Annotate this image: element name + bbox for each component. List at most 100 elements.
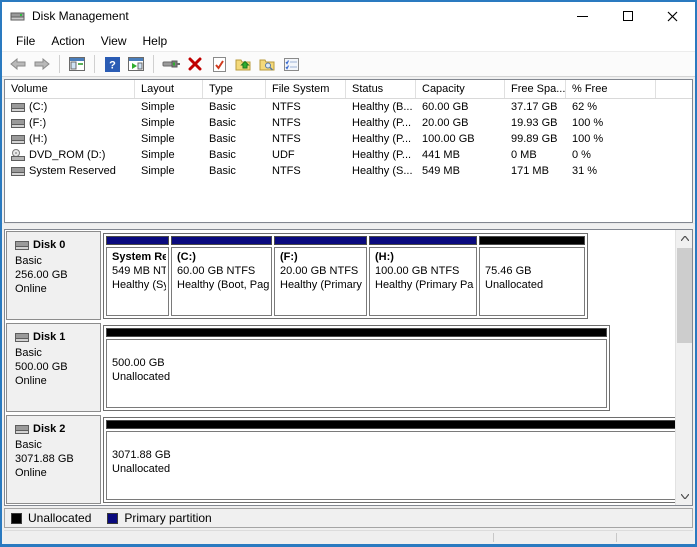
menu-action[interactable]: Action [43, 32, 92, 50]
menu-bar: File Action View Help [2, 30, 695, 51]
tools-icon[interactable] [161, 54, 181, 74]
file-system-cell: UDF [266, 149, 346, 161]
scroll-down-icon[interactable] [676, 488, 693, 505]
table-row[interactable]: (H:) Simple Basic NTFS Healthy (P... 100… [5, 131, 692, 147]
primary-partition-bar [274, 236, 367, 245]
toolbar-separator [153, 55, 154, 73]
partition-title: (H:) [375, 251, 474, 264]
disk-name: Disk 0 [33, 239, 65, 251]
layout-cell: Simple [135, 117, 203, 129]
window-title: Disk Management [32, 9, 129, 23]
partition-title: System Reserved [112, 251, 166, 264]
menu-view[interactable]: View [93, 32, 135, 50]
svg-text:?: ? [109, 59, 116, 71]
minimize-button[interactable] [560, 2, 605, 30]
column-header-layout[interactable]: Layout [135, 80, 203, 98]
disk-row-0: Disk 0 Basic 256.00 GB Online System Res… [5, 230, 675, 322]
scrollbar-thumb[interactable] [677, 248, 692, 343]
partition-unallocated[interactable]: 500.00 GB Unallocated [106, 328, 607, 408]
disk-state: Online [15, 466, 98, 480]
partition-f[interactable]: (F:) 20.00 GB NTFS Healthy (Primary Part… [274, 236, 367, 316]
disk-management-window: Disk Management File Action View Help ? [0, 0, 697, 547]
explore-icon[interactable] [257, 54, 277, 74]
status-cell: Healthy (P... [346, 149, 416, 161]
drive-icon [11, 135, 25, 144]
action-pane-icon[interactable] [126, 54, 146, 74]
disk0-label-panel[interactable]: Disk 0 Basic 256.00 GB Online [6, 231, 101, 320]
disk-name: Disk 2 [33, 423, 65, 435]
primary-partition-bar [369, 236, 477, 245]
status-bar [4, 530, 693, 544]
file-system-cell: NTFS [266, 133, 346, 145]
vertical-scrollbar[interactable] [675, 230, 692, 505]
column-header-file-system[interactable]: File System [266, 80, 346, 98]
close-button[interactable] [650, 2, 695, 30]
pct-free-cell: 62 % [566, 101, 656, 113]
partition-status: Healthy (System, Active, Primary Partiti… [112, 278, 166, 292]
mark-partition-icon[interactable] [209, 54, 229, 74]
status-separator [616, 533, 617, 542]
disk1-label-panel[interactable]: Disk 1 Basic 500.00 GB Online [6, 323, 101, 412]
table-row[interactable]: (C:) Simple Basic NTFS Healthy (B... 60.… [5, 99, 692, 115]
table-row[interactable]: System Reserved Simple Basic NTFS Health… [5, 163, 692, 179]
free-space-cell: 0 MB [505, 149, 566, 161]
column-header-pct-free[interactable]: % Free [566, 80, 656, 98]
scroll-up-icon[interactable] [676, 230, 693, 247]
disk2-partitions: 3071.88 GB Unallocated [103, 417, 675, 503]
type-cell: Basic [203, 101, 266, 113]
column-header-volume[interactable]: Volume [5, 80, 135, 98]
drive-icon [11, 167, 25, 176]
capacity-cell: 60.00 GB [416, 101, 505, 113]
partition-c[interactable]: (C:) 60.00 GB NTFS Healthy (Boot, Page F… [171, 236, 272, 316]
disk-type: Basic [15, 438, 98, 452]
properties-icon[interactable] [281, 54, 301, 74]
column-header-status[interactable]: Status [346, 80, 416, 98]
disk2-label-panel[interactable]: Disk 2 Basic 3071.88 GB Online [6, 415, 101, 504]
menu-file[interactable]: File [8, 32, 43, 50]
table-header: Volume Layout Type File System Status Ca… [5, 80, 692, 99]
delete-volume-icon[interactable] [185, 54, 205, 74]
free-space-cell: 171 MB [505, 165, 566, 177]
maximize-button[interactable] [605, 2, 650, 30]
status-cell: Healthy (B... [346, 101, 416, 113]
help-icon[interactable]: ? [102, 54, 122, 74]
disk-state: Online [15, 374, 98, 388]
type-cell: Basic [203, 133, 266, 145]
layout-cell: Simple [135, 165, 203, 177]
partition-size: 75.46 GB [485, 264, 582, 278]
toolbar-separator [94, 55, 95, 73]
volume-list-pane: Volume Layout Type File System Status Ca… [4, 79, 693, 223]
open-folder-icon[interactable] [233, 54, 253, 74]
partition-unallocated[interactable]: 3071.88 GB Unallocated [106, 420, 675, 500]
column-header-type[interactable]: Type [203, 80, 266, 98]
column-header-free-space[interactable]: Free Spa... [505, 80, 566, 98]
console-tree-icon[interactable] [67, 54, 87, 74]
disk1-partitions: 500.00 GB Unallocated [103, 325, 610, 411]
pct-free-cell: 100 % [566, 133, 656, 145]
partition-title [112, 435, 675, 448]
unallocated-bar [106, 328, 607, 337]
free-space-cell: 19.93 GB [505, 117, 566, 129]
partition-unallocated[interactable]: 75.46 GB Unallocated [479, 236, 585, 316]
disk-state: Online [15, 282, 98, 296]
disk-icon [15, 333, 29, 342]
legend-bar: Unallocated Primary partition [4, 508, 693, 528]
table-row[interactable]: (F:) Simple Basic NTFS Healthy (P... 20.… [5, 115, 692, 131]
table-row[interactable]: DVD_ROM (D:) Simple Basic UDF Healthy (P… [5, 147, 692, 163]
maximize-icon [623, 11, 633, 21]
menu-help[interactable]: Help [135, 32, 176, 50]
back-icon[interactable] [8, 54, 28, 74]
status-cell: Healthy (P... [346, 117, 416, 129]
partition-system-reserved[interactable]: System Reserved 549 MB NTFS Healthy (Sys… [106, 236, 169, 316]
drive-icon [11, 103, 25, 112]
partition-size: 100.00 GB NTFS [375, 264, 474, 278]
column-header-capacity[interactable]: Capacity [416, 80, 505, 98]
primary-partition-swatch [107, 513, 118, 524]
dvd-drive-icon [11, 149, 25, 161]
disk-icon [15, 241, 29, 250]
partition-title [485, 251, 582, 264]
disk-type: Basic [15, 346, 98, 360]
forward-icon[interactable] [32, 54, 52, 74]
partition-size: 500.00 GB [112, 356, 604, 370]
partition-h[interactable]: (H:) 100.00 GB NTFS Healthy (Primary Par… [369, 236, 477, 316]
